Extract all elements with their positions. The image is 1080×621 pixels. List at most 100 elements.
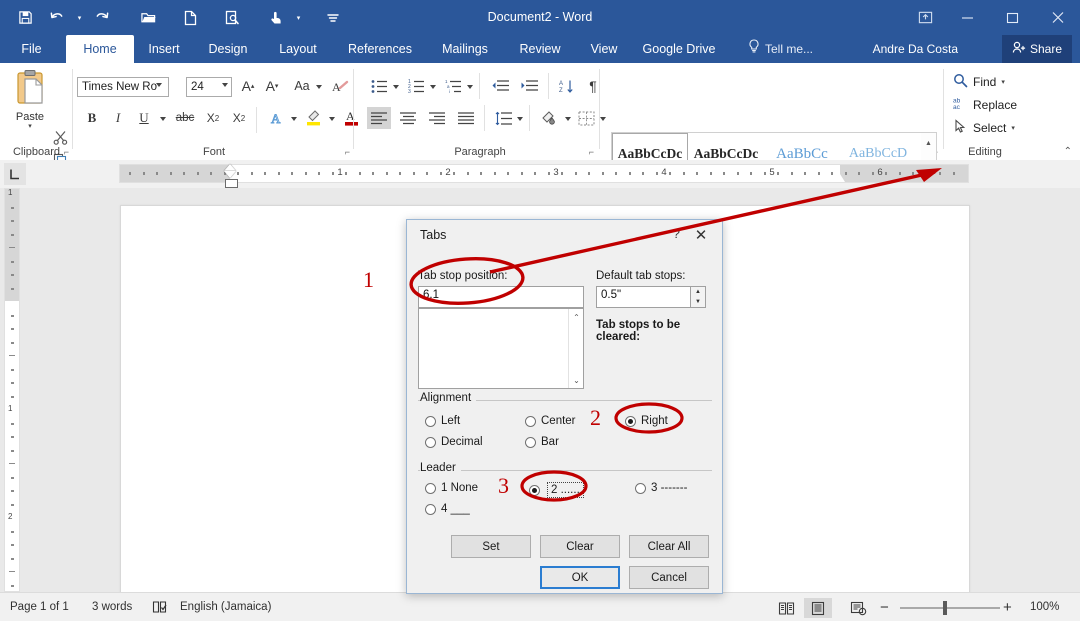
leader-dots-radio[interactable]: 2 ...... — [529, 482, 584, 498]
font-size-caret-icon[interactable] — [222, 83, 228, 87]
tab-references[interactable]: References — [338, 35, 422, 63]
spinner-up-icon[interactable]: ▲ — [691, 287, 705, 297]
text-effects-icon[interactable]: A — [266, 107, 288, 129]
italic-icon[interactable]: I — [108, 107, 128, 129]
zoom-out-button[interactable]: − — [880, 593, 889, 621]
line-spacing-icon[interactable] — [492, 107, 514, 129]
underline-caret-icon[interactable] — [160, 117, 166, 121]
strikethrough-icon[interactable]: abc — [173, 107, 197, 129]
proofing-errors-icon[interactable] — [152, 593, 168, 621]
tab-layout[interactable]: Layout — [268, 35, 328, 63]
zoom-slider-thumb[interactable] — [943, 601, 947, 615]
hanging-indent-marker[interactable] — [224, 171, 236, 178]
clear-all-button[interactable]: Clear All — [629, 535, 709, 558]
zoom-slider-track[interactable] — [900, 607, 1000, 609]
clear-formatting-icon[interactable]: A — [329, 75, 351, 97]
default-tab-stops-spinner[interactable]: ▲ ▼ — [690, 286, 706, 308]
align-left-icon[interactable] — [367, 107, 391, 129]
bullets-icon[interactable] — [368, 75, 390, 97]
tab-google-drive[interactable]: Google Drive — [636, 35, 722, 63]
borders-icon[interactable] — [575, 107, 597, 129]
font-name-input[interactable]: Times New Ro — [77, 77, 169, 97]
tab-stop-selector[interactable] — [4, 163, 26, 185]
horizontal-ruler[interactable]: 1 2 3 4 5 6 — [119, 164, 969, 183]
tab-view[interactable]: View — [580, 35, 628, 63]
change-case-caret-icon[interactable] — [316, 85, 322, 89]
left-indent-marker[interactable] — [225, 179, 238, 188]
language-status[interactable]: English (Jamaica) — [180, 593, 271, 621]
increase-font-size-icon[interactable]: A ▴ — [237, 75, 259, 97]
text-highlight-icon[interactable] — [302, 105, 326, 129]
dialog-close-icon[interactable]: ✕ — [690, 225, 712, 245]
multilevel-list-icon[interactable]: 1ai — [442, 75, 464, 97]
web-layout-icon[interactable] — [844, 598, 872, 618]
tab-review[interactable]: Review — [510, 35, 570, 63]
highlight-caret-icon[interactable] — [329, 117, 335, 121]
find-button[interactable]: Find ▾ — [953, 73, 1005, 91]
leader-dashes-radio[interactable]: 3 ------- — [635, 482, 687, 494]
alignment-center-radio[interactable]: Center — [525, 415, 576, 427]
shading-caret-icon[interactable] — [565, 117, 571, 121]
clipboard-dialog-launcher[interactable]: ⌐ — [64, 147, 69, 157]
clear-button[interactable]: Clear — [540, 535, 620, 558]
tab-mailings[interactable]: Mailings — [430, 35, 500, 63]
paste-button[interactable]: Paste ▾ — [8, 69, 52, 141]
sort-icon[interactable]: AZ — [556, 75, 578, 97]
shading-icon[interactable] — [537, 106, 561, 129]
font-name-caret-icon[interactable] — [156, 83, 162, 87]
alignment-bar-radio[interactable]: Bar — [525, 436, 559, 448]
collapse-ribbon-icon[interactable]: ⌃ — [1064, 146, 1072, 157]
leader-none-radio[interactable]: 1 None — [425, 482, 478, 494]
text-effects-caret-icon[interactable] — [291, 117, 297, 121]
increase-indent-icon[interactable] — [517, 75, 541, 97]
tell-me-search[interactable]: Tell me... — [748, 35, 813, 63]
multilevel-caret-icon[interactable] — [467, 85, 473, 89]
line-spacing-caret-icon[interactable] — [517, 117, 523, 121]
alignment-right-radio[interactable]: Right — [625, 415, 668, 427]
align-right-icon[interactable] — [425, 107, 449, 129]
tab-home[interactable]: Home — [66, 35, 134, 63]
align-center-icon[interactable] — [396, 107, 420, 129]
bullets-caret-icon[interactable] — [393, 85, 399, 89]
right-tab-stop-marker[interactable] — [835, 174, 845, 182]
subscript-icon[interactable]: X2 — [202, 107, 224, 129]
select-button[interactable]: Select ▾ — [953, 119, 1015, 137]
spinner-down-icon[interactable]: ▼ — [691, 297, 705, 307]
replace-button[interactable]: ab ac Replace — [953, 96, 1017, 114]
change-case-icon[interactable]: Aa — [290, 75, 314, 97]
alignment-left-radio[interactable]: Left — [425, 415, 460, 427]
cut-icon[interactable] — [52, 129, 69, 146]
share-button[interactable]: Share — [1001, 35, 1072, 63]
decrease-font-size-icon[interactable]: A ▾ — [261, 75, 283, 97]
show-formatting-marks-icon[interactable]: ¶ — [582, 75, 604, 97]
cancel-button[interactable]: Cancel — [629, 566, 709, 589]
chevron-down-icon[interactable]: ▾ — [28, 122, 32, 130]
vertical-ruler[interactable]: 1 1 2 — [4, 188, 20, 592]
gallery-scroll-up-icon[interactable]: ▲ — [921, 133, 936, 154]
tab-file[interactable]: File — [10, 35, 53, 63]
ok-button[interactable]: OK — [540, 566, 620, 589]
read-mode-icon[interactable] — [772, 598, 800, 618]
select-caret-icon[interactable]: ▾ — [1011, 124, 1015, 132]
font-size-input[interactable]: 24 — [186, 77, 232, 97]
justify-icon[interactable] — [454, 107, 478, 129]
word-count-status[interactable]: 3 words — [92, 593, 132, 621]
numbering-icon[interactable]: 123 — [405, 75, 427, 97]
ribbon-display-options-icon[interactable] — [905, 0, 945, 35]
alignment-decimal-radio[interactable]: Decimal — [425, 436, 483, 448]
account-name[interactable]: Andre Da Costa — [873, 35, 958, 63]
help-icon[interactable]: ? — [673, 226, 680, 241]
print-layout-icon[interactable] — [804, 598, 832, 618]
leader-underline-radio[interactable]: 4 ___ — [425, 503, 470, 515]
set-button[interactable]: Set — [451, 535, 531, 558]
tab-stop-position-input[interactable]: 6.1 — [418, 286, 584, 308]
minimize-button[interactable] — [945, 0, 990, 35]
numbering-caret-icon[interactable] — [430, 85, 436, 89]
decrease-indent-icon[interactable] — [488, 75, 512, 97]
find-caret-icon[interactable]: ▾ — [1001, 78, 1005, 86]
scroll-down-icon[interactable]: ⌄ — [569, 373, 584, 387]
paragraph-dialog-launcher[interactable]: ⌐ — [589, 147, 594, 157]
superscript-icon[interactable]: X2 — [228, 107, 250, 129]
close-button[interactable] — [1035, 0, 1080, 35]
scroll-up-icon[interactable]: ⌃ — [569, 310, 584, 324]
